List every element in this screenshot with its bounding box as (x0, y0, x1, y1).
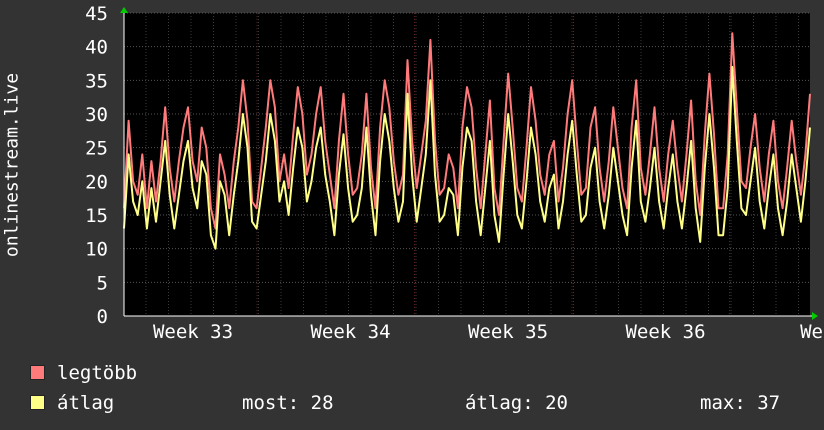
x-axis-arrow-icon (812, 312, 818, 320)
y-tick-label: 25 (85, 138, 108, 160)
y-tick-label: 40 (85, 37, 108, 59)
x-tick-label: Week 34 (310, 321, 390, 343)
y-axis-arrow-icon (120, 7, 128, 13)
legend-swatch (30, 365, 45, 380)
stat-now-value: 28 (310, 392, 334, 414)
stat-now: most: 28 (242, 392, 334, 414)
line-chart: 0 5 10 15 20 25 30 35 40 45 Week 33 Week 34 Week 35… (85, 3, 824, 343)
x-tick-label: Week 33 (153, 321, 233, 343)
legend-swatch (30, 395, 45, 410)
plot-area (124, 13, 810, 316)
x-axis-ticks: Week 33 Week 34 Week 35 Week 36 Week (153, 321, 824, 343)
stat-average-value: 20 (545, 392, 568, 414)
y-tick-label: 0 (97, 306, 108, 328)
legend-label: legtöbb (57, 362, 138, 384)
y-tick-label: 10 (85, 239, 108, 261)
stat-max: max: 37 (700, 392, 780, 414)
x-tick-label: Week (800, 321, 824, 343)
stat-max-value: 37 (757, 392, 781, 414)
legend-item-atlag: átlag (30, 392, 114, 414)
stat-average: átlag: 20 (465, 392, 568, 414)
x-tick-label: Week 36 (625, 321, 705, 343)
y-tick-label: 20 (85, 171, 108, 193)
stat-average-label: átlag: (465, 392, 534, 414)
legend-item-legtobb: legtöbb (30, 362, 137, 384)
stat-now-label: most: (242, 392, 300, 414)
y-tick-label: 5 (97, 272, 108, 294)
y-tick-label: 45 (85, 3, 108, 25)
y-tick-label: 15 (85, 205, 108, 227)
y-axis-title: onlinestream.live (1, 72, 23, 258)
y-axis-ticks: 0 5 10 15 20 25 30 35 40 45 (85, 3, 108, 328)
x-tick-label: Week 35 (468, 321, 548, 343)
legend-label: átlag (57, 392, 115, 414)
y-tick-label: 35 (85, 70, 108, 92)
y-tick-label: 30 (85, 104, 108, 126)
stat-max-label: max: (700, 392, 746, 414)
